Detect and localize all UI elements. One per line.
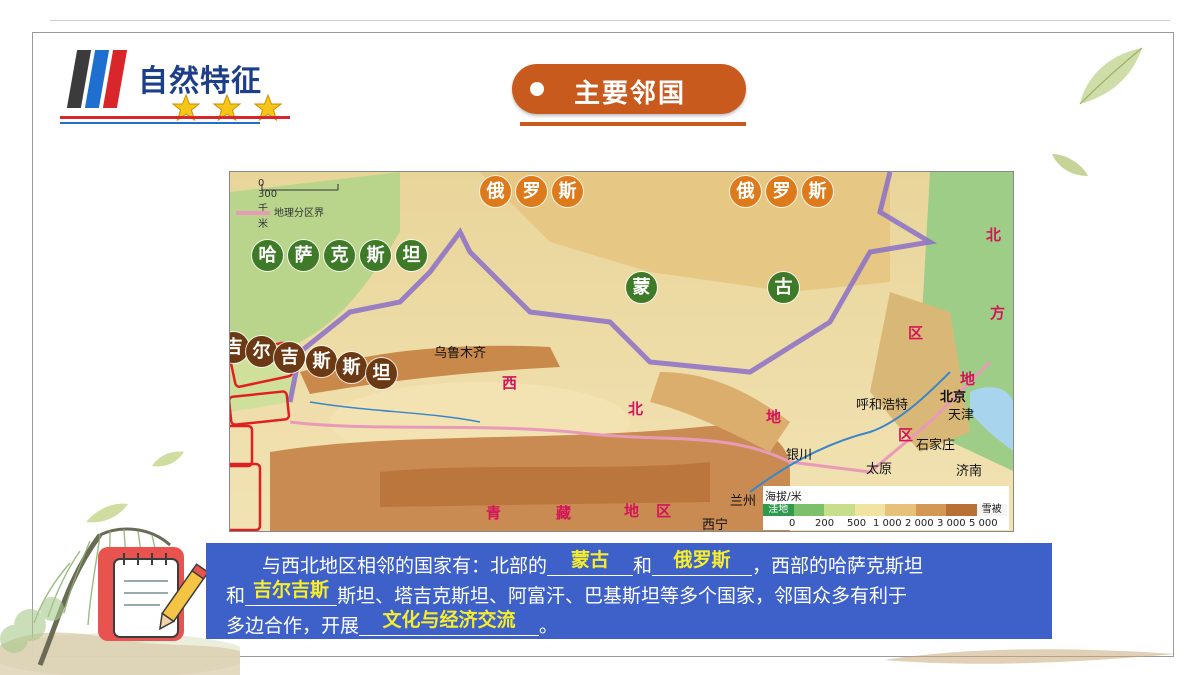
russia-label-char: 斯 xyxy=(802,176,833,207)
statement-line-3: 多边合作，开展 文化与经济交流。 xyxy=(226,609,1032,642)
kazakhstan-label-char: 克 xyxy=(324,240,355,271)
elevation-swatch xyxy=(793,504,824,516)
russia-label-char: 俄 xyxy=(730,176,761,207)
statement-line-2: 和吉尔吉斯 斯坦、塔吉克斯坦、阿富汗、巴基斯坦等多个国家，邻国众多有利于 xyxy=(226,579,1032,612)
bullet-dot-icon xyxy=(530,82,544,96)
region-qinghai-char: 藏 xyxy=(556,504,572,522)
city-shijiazhuang: 石家庄 xyxy=(916,438,956,453)
region-qinghai-char: 地 xyxy=(624,502,640,520)
kazakhstan-label-char: 哈 xyxy=(252,240,283,271)
elevation-tick: 0 xyxy=(789,518,796,529)
statement-text: ，西部的哈萨克斯坦 xyxy=(752,555,924,577)
notepad-pencil-icon xyxy=(98,547,206,641)
city-lanzhou: 兰州 xyxy=(730,494,757,509)
northwest-region-map: 0 300 千米 地理分区界 俄 罗 斯 俄 罗 斯 哈 萨 克 斯 坦 蒙 古… xyxy=(229,171,1014,532)
elevation-swatch xyxy=(854,504,885,516)
city-xining: 西宁 xyxy=(702,518,729,532)
region-northwest-char: 地 xyxy=(766,408,782,426)
elevation-tick: 500 xyxy=(847,518,867,529)
region-north-char: 区 xyxy=(908,324,924,342)
elevation-tick: 1 000 xyxy=(873,518,902,529)
city-tianjin: 天津 xyxy=(948,408,975,423)
logo-stripes xyxy=(66,50,128,108)
section-logo: 自然特征 xyxy=(60,48,300,128)
boundary-legend: 地理分区界 xyxy=(236,204,324,219)
elevation-swatch xyxy=(824,504,855,516)
kyrgyzstan-label-char: 尔 xyxy=(246,336,277,367)
elevation-tick: 5 000 xyxy=(969,518,998,529)
region-northwest-char: 西 xyxy=(502,374,518,392)
elevation-swatch-snow: 雪被 xyxy=(976,504,1007,516)
elevation-swatch xyxy=(946,504,977,516)
elevation-color-bar: 洼地 雪被 xyxy=(763,504,1007,516)
title-underline-blue xyxy=(60,122,260,124)
kyrgyzstan-label-char: 坦 xyxy=(366,358,397,389)
statement-text: 。 xyxy=(539,615,559,637)
boundary-swatch xyxy=(236,211,270,215)
city-hohhot: 呼和浩特 xyxy=(856,398,909,413)
region-north-char: 地 xyxy=(960,370,976,388)
city-yinchuan: 银川 xyxy=(786,448,813,463)
kyrgyzstan-label-char: 斯 xyxy=(336,352,367,383)
boundary-legend-label: 地理分区界 xyxy=(274,208,324,219)
elevation-swatch xyxy=(915,504,946,516)
leaf-decoration-icon-2 xyxy=(1052,154,1088,176)
elevation-legend-title: 海拔/米 xyxy=(765,490,802,503)
kyrgyzstan-label-char: 斯 xyxy=(306,346,337,377)
kazakhstan-label-char: 斯 xyxy=(360,240,391,271)
scale-ruler-icon xyxy=(261,184,339,191)
statement-panel: 与西北地区相邻的国家有：北部的 蒙古和俄罗斯 ，西部的哈萨克斯坦 和吉尔吉斯 斯坦、塔… xyxy=(206,543,1052,639)
russia-label-char: 罗 xyxy=(766,176,797,207)
statement-text: 和 xyxy=(633,555,653,577)
elevation-legend: 海拔/米 洼地 雪被 0 200 500 1 000 2 000 3 000 5… xyxy=(763,486,1009,530)
region-northwest-char: 北 xyxy=(628,400,644,418)
elevation-tick: 3 000 xyxy=(937,518,966,529)
frame-top-line xyxy=(50,20,1170,21)
kyrgyzstan-label-char: 吉 xyxy=(274,342,305,373)
statement-text: 斯坦、塔吉克斯坦、阿富汗、巴基斯坦等多个国家，邻国众多有利于 xyxy=(337,585,908,607)
city-jinan: 济南 xyxy=(956,464,983,479)
leaf-decoration-icon xyxy=(1079,47,1143,105)
region-north-char: 方 xyxy=(990,304,1006,322)
section-pill: 主要邻国 xyxy=(512,64,746,114)
region-qinghai-char: 区 xyxy=(656,502,672,520)
region-north-char: 北 xyxy=(986,226,1002,244)
statement-text: 多边合作，开展 xyxy=(226,615,360,637)
kazakhstan-label-char: 萨 xyxy=(288,240,319,271)
statement-text: 和 xyxy=(226,585,246,607)
answer-kyrgyz: 吉尔吉斯 xyxy=(245,576,338,606)
section-label: 主要邻国 xyxy=(574,79,687,109)
mongolia-label-char: 蒙 xyxy=(626,272,657,303)
answer-cooperation: 文化与经济交流 xyxy=(359,606,540,636)
city-urumqi: 乌鲁木齐 xyxy=(434,346,487,361)
elevation-swatch-lowland: 洼地 xyxy=(763,504,794,516)
answer-mongolia: 蒙古 xyxy=(547,546,634,576)
elevation-swatch xyxy=(885,504,916,516)
answer-russia: 俄罗斯 xyxy=(652,546,753,576)
region-northwest-char: 区 xyxy=(898,426,914,444)
leaf-decoration-icon-3 xyxy=(152,451,184,467)
russia-label-char: 俄 xyxy=(480,176,511,207)
russia-label-char: 斯 xyxy=(552,176,583,207)
brush-stroke-decoration xyxy=(884,649,1176,664)
statement-text: 与西北地区相邻的国家有：北部的 xyxy=(262,555,548,577)
pill-underline xyxy=(520,122,746,126)
kazakhstan-label-char: 坦 xyxy=(396,240,427,271)
elevation-tick: 200 xyxy=(815,518,835,529)
title-underline-red xyxy=(60,116,290,119)
elevation-tick: 2 000 xyxy=(905,518,934,529)
statement-line-1: 与西北地区相邻的国家有：北部的 蒙古和俄罗斯 ，西部的哈萨克斯坦 xyxy=(226,549,1032,582)
russia-label-char: 罗 xyxy=(516,176,547,207)
city-taiyuan: 太原 xyxy=(866,462,893,477)
region-qinghai-char: 青 xyxy=(486,504,502,522)
mongolia-label-char: 古 xyxy=(768,272,799,303)
